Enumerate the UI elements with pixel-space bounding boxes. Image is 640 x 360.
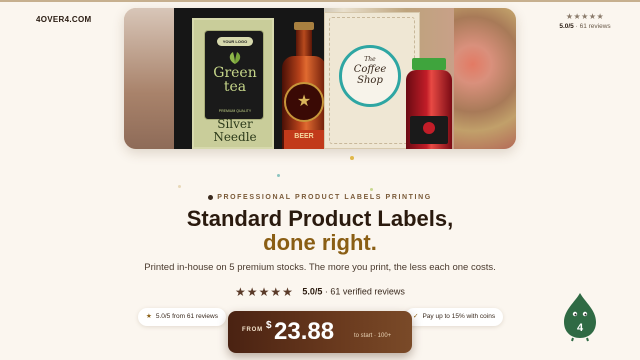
sparkle-decoration xyxy=(370,188,373,191)
coins-chip-text: Pay up to 15% with coins xyxy=(422,313,496,320)
check-icon: ✓ xyxy=(413,313,419,320)
coins-chip[interactable]: ✓ Pay up to 15% with coins xyxy=(405,308,504,326)
bottle-cap xyxy=(294,22,314,30)
page-subtitle: Printed in-house on 5 premium stocks. Th… xyxy=(144,262,496,273)
header-rating-score: 5.0/5 xyxy=(559,23,574,30)
header-rating-count: · 61 reviews xyxy=(575,23,611,30)
hero-left-blur xyxy=(124,8,174,149)
top-accent-bar xyxy=(0,0,640,2)
green-tea-box: YOUR LOGO Green tea PREMIUM QUALITY Silv… xyxy=(192,18,274,149)
price-amount: 23.88 xyxy=(274,318,335,345)
hero-image: YOUR LOGO Green tea PREMIUM QUALITY Silv… xyxy=(124,8,516,149)
sparkle-decoration xyxy=(178,185,181,188)
hero-right-blur xyxy=(454,8,516,149)
brand-logo[interactable]: 4OVER4.COM xyxy=(36,15,91,24)
eyebrow-label: PROFESSIONAL PRODUCT LABELS PRINTING xyxy=(0,194,640,201)
tea-name-line1: Green xyxy=(213,65,257,81)
rating-score: 5.0/5 xyxy=(302,286,323,297)
coffee-line3: Shop xyxy=(357,75,383,86)
leaf-icon xyxy=(229,52,241,64)
juice-cap xyxy=(412,58,446,70)
price-currency: $ xyxy=(266,320,272,331)
tea-variant: Silver Needle xyxy=(198,118,272,144)
price-start-button[interactable]: FROM $ 23.88 to start · 100+ xyxy=(228,311,412,353)
tea-logo-badge: YOUR LOGO xyxy=(217,37,253,46)
tea-premium-text: PREMIUM QUALITY xyxy=(218,109,252,113)
page-title: Standard Product Labels, xyxy=(186,206,454,231)
tea-name: Green tea xyxy=(205,66,265,94)
rating-count: · 61 verified reviews xyxy=(324,286,405,297)
rating-stars: ★★★★★ xyxy=(235,285,294,299)
beer-bottle: ★ BEER xyxy=(282,22,326,149)
beer-label: BEER xyxy=(284,130,324,149)
tea-name-line2: tea xyxy=(223,79,247,95)
coffee-line2: Coffee xyxy=(353,64,387,75)
cherry-icon xyxy=(423,122,435,134)
sparkle-decoration xyxy=(277,174,280,177)
mascot-label: 4 xyxy=(577,322,584,334)
star-icon: ★ xyxy=(146,313,152,320)
price-tail-text: to start · 100+ xyxy=(354,333,392,339)
tea-label: YOUR LOGO Green tea PREMIUM QUALITY xyxy=(204,30,264,120)
juice-label xyxy=(410,116,448,144)
eyebrow-text: PROFESSIONAL PRODUCT LABELS PRINTING xyxy=(217,194,432,201)
reviews-summary[interactable]: ★★★★★ 5.0/5 · 61 verified reviews xyxy=(0,285,640,299)
coffee-line1: The xyxy=(364,56,376,63)
juice-bottle xyxy=(404,58,454,149)
header-rating-stars: ★★★★★ xyxy=(565,12,605,21)
header-rating[interactable]: ★★★★★ 5.0/5 · 61 reviews xyxy=(554,12,616,30)
eyebrow-dot-icon xyxy=(208,194,214,200)
reviews-chip[interactable]: ★ 5.0/5 from 61 reviews xyxy=(138,308,226,326)
price-from-label: FROM xyxy=(242,327,263,333)
tea-variant-line2: Needle xyxy=(213,130,257,144)
reviews-chip-text: 5.0/5 from 61 reviews xyxy=(155,313,218,320)
mascot-drop-icon[interactable]: 4 xyxy=(563,292,597,342)
star-icon: ★ xyxy=(284,82,324,122)
sparkle-decoration xyxy=(350,156,354,160)
page-title-accent: done right. xyxy=(263,230,377,255)
coffee-shop-badge: The Coffee Shop xyxy=(339,45,401,107)
header-rating-text: 5.0/5 · 61 reviews xyxy=(554,23,616,30)
